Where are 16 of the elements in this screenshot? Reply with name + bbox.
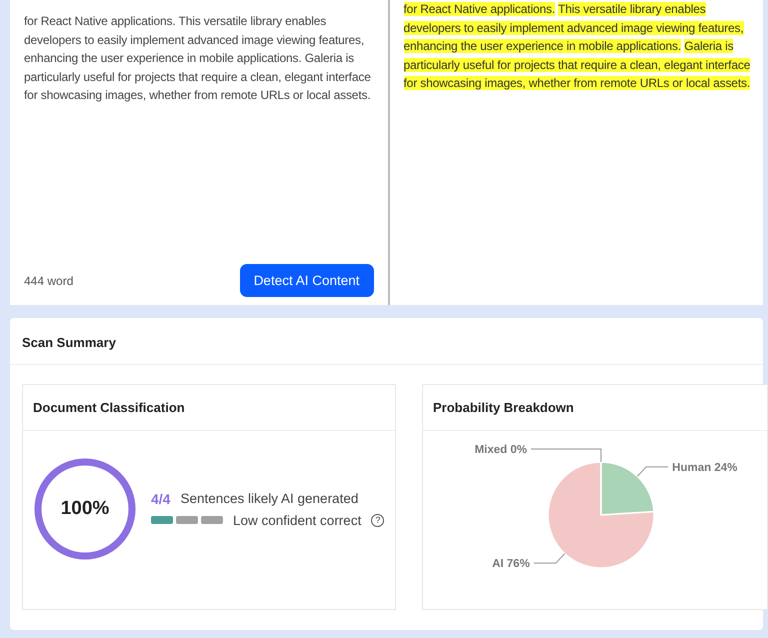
slice-label: Mixed 0% [474, 444, 527, 456]
sentence-count: 4/4 [151, 490, 170, 506]
word-count: 444 word [24, 274, 74, 288]
card-title: Document Classification [23, 385, 395, 431]
detect-button[interactable]: Detect AI Content [240, 264, 374, 297]
section-title: Scan Summary [10, 318, 763, 365]
card-title: Probability Breakdown [423, 385, 767, 431]
editor-text[interactable]: for React Native applications. This versatile library enables developers to easily implement advanced image viewing features, enhancing the user experience in mobile applications. Galeria is particularly useful for projects that require a clean, elegant interface for showcasing images, whether from remote URLs or local assets. [24, 12, 374, 264]
sentence-label: Sentences likely AI generated [180, 491, 358, 506]
leader-line [636, 466, 669, 477]
leader-line [533, 553, 566, 564]
leader-line [530, 448, 602, 462]
slice-label: AI 76% [492, 558, 530, 570]
help-icon[interactable]: ? [371, 514, 384, 526]
slice-label: Human 24% [672, 462, 738, 474]
confidence-label: Low confident correct [233, 512, 362, 528]
